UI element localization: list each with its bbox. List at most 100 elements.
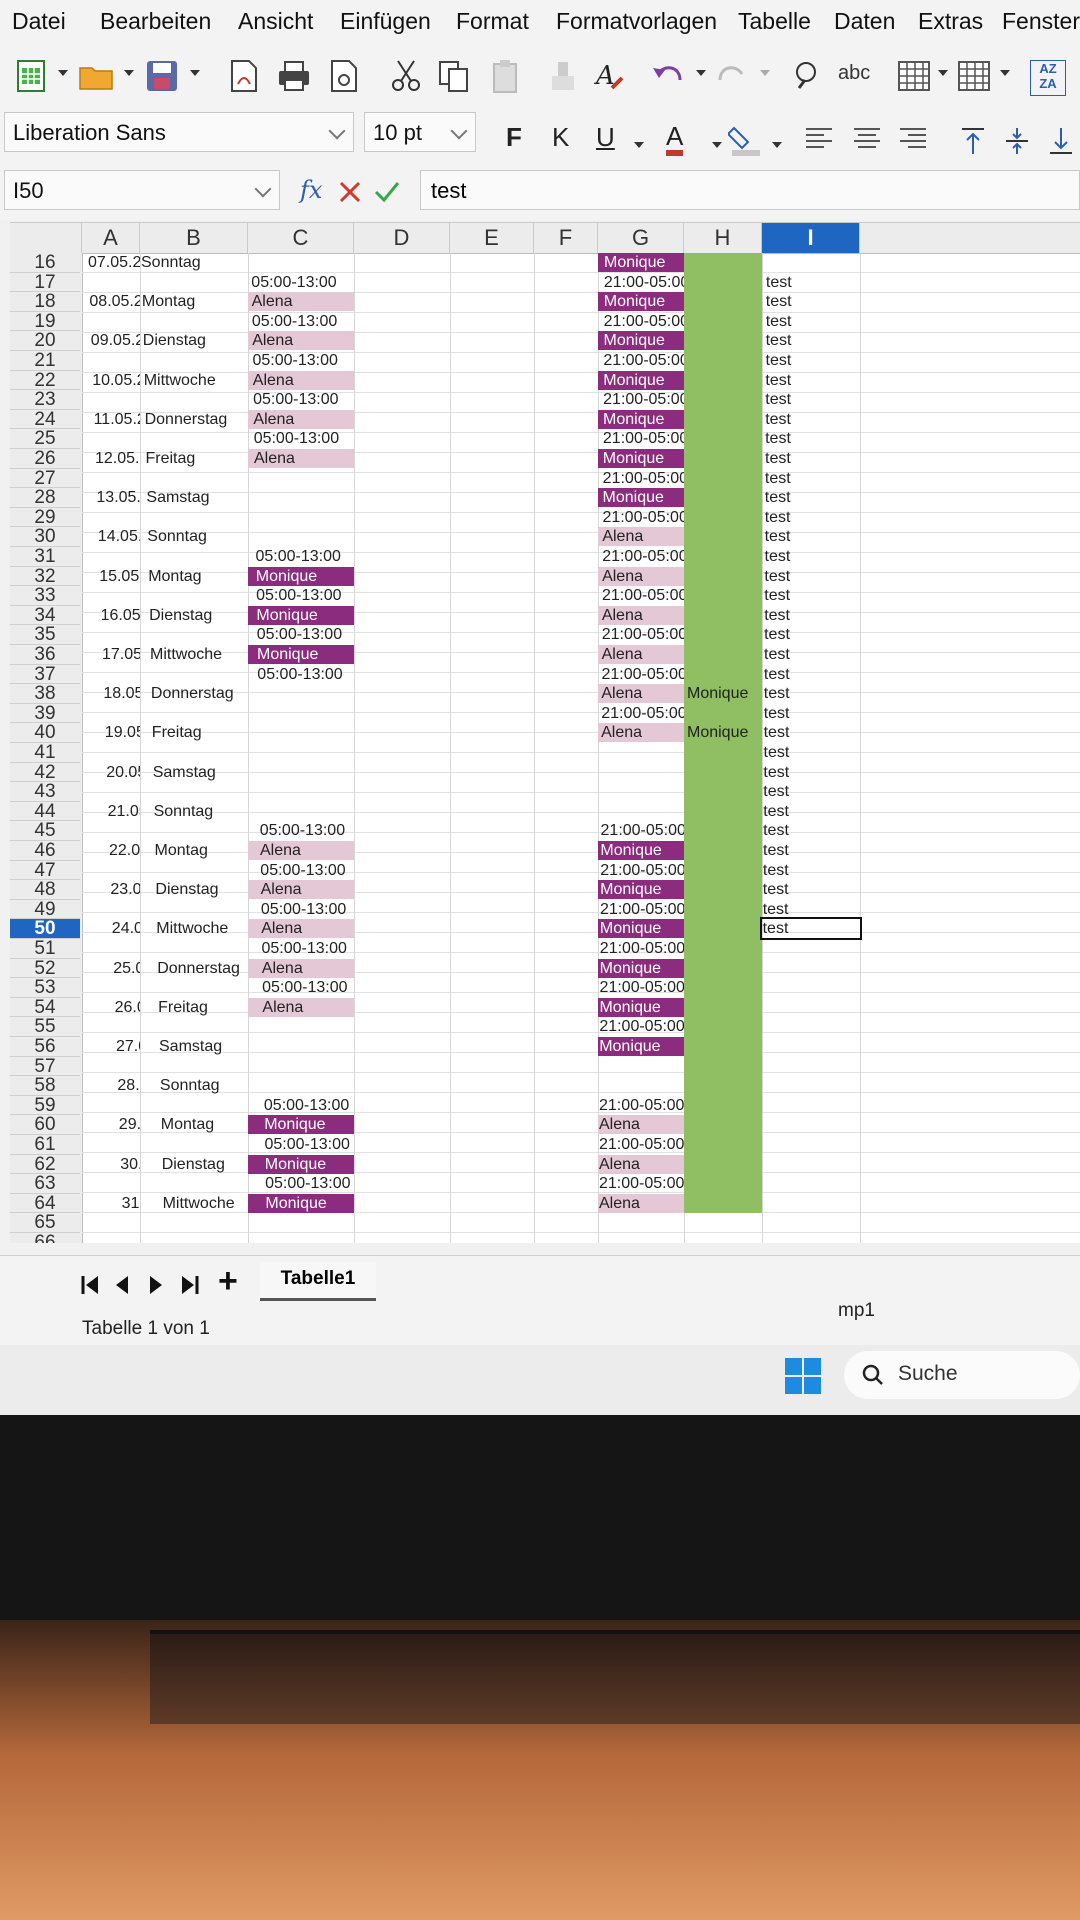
test-cell[interactable]: test: [762, 547, 860, 566]
weekday-cell[interactable]: Dienstag: [140, 606, 248, 625]
date-cell[interactable]: 14.05.23: [82, 527, 140, 546]
date-cell[interactable]: 19.05.23: [82, 723, 140, 742]
row-header[interactable]: 27: [10, 469, 80, 489]
row-header[interactable]: 33: [10, 586, 80, 606]
shift-cell-g[interactable]: 21:00-05:00: [598, 312, 684, 331]
undo-icon[interactable]: [650, 58, 686, 94]
clone-formatting-icon[interactable]: [546, 58, 582, 94]
font-color-button[interactable]: A: [666, 122, 684, 156]
shift-cell-g[interactable]: Monique: [598, 409, 684, 429]
shift-cell-g[interactable]: Monique: [598, 292, 684, 312]
row-header[interactable]: 47: [10, 861, 80, 881]
cancel-icon[interactable]: [338, 180, 362, 204]
underline-dropdown-icon[interactable]: [634, 142, 644, 148]
print-preview-icon[interactable]: [326, 58, 362, 94]
clear-formatting-icon[interactable]: A: [592, 58, 628, 94]
align-right-icon[interactable]: [900, 128, 926, 152]
highlight-color-icon[interactable]: [728, 124, 764, 158]
weekday-cell[interactable]: Montag: [140, 567, 248, 586]
row-header[interactable]: 66: [10, 1233, 80, 1243]
column-header-f[interactable]: F: [534, 223, 598, 253]
spellcheck-icon[interactable]: abc: [838, 62, 870, 85]
shift-cell-g[interactable]: Alena: [598, 723, 684, 743]
align-bottom-icon[interactable]: [1048, 126, 1074, 156]
row-header[interactable]: 41: [10, 743, 80, 763]
shift-cell-g[interactable]: Monique: [598, 1037, 684, 1056]
function-wizard-icon[interactable]: fx: [300, 176, 322, 204]
shift-cell-c[interactable]: 05:00-13:00: [248, 312, 354, 331]
date-cell[interactable]: 08.05.23: [82, 292, 140, 311]
shift-cell-c[interactable]: 05:00-13:00: [248, 351, 354, 370]
accept-icon[interactable]: [374, 180, 400, 204]
redo-dropdown-icon[interactable]: [760, 70, 770, 76]
date-cell[interactable]: 20.05.23: [82, 763, 140, 782]
test-cell[interactable]: test: [762, 469, 860, 488]
weekday-cell[interactable]: Dienstag: [140, 880, 248, 899]
row-header[interactable]: 25: [10, 429, 80, 449]
column-dropdown-icon[interactable]: [1000, 70, 1010, 76]
sheet-tab-tabelle1[interactable]: Tabelle1: [260, 1262, 376, 1301]
shift-cell-g[interactable]: 21:00-05:00: [598, 1096, 684, 1115]
date-cell[interactable]: 21.05.23: [82, 802, 140, 821]
date-cell[interactable]: 26.05.23: [82, 998, 140, 1017]
menu-extras[interactable]: Extras: [918, 8, 983, 35]
shift-cell-c[interactable]: 05:00-13:00: [248, 547, 354, 566]
new-dropdown-icon[interactable]: [58, 70, 68, 76]
test-cell[interactable]: test: [762, 429, 860, 448]
weekday-cell[interactable]: Sonntag: [140, 253, 248, 272]
row-header[interactable]: 17: [10, 273, 80, 293]
shift-cell-c[interactable]: 05:00-13:00: [248, 861, 354, 880]
open-folder-icon[interactable]: [78, 58, 114, 94]
date-cell[interactable]: 15.05.23: [82, 567, 140, 586]
shift-cell-c[interactable]: Alena: [248, 370, 354, 390]
new-spreadsheet-icon[interactable]: [14, 58, 50, 94]
row-header[interactable]: 58: [10, 1076, 80, 1096]
shift-cell-g[interactable]: 21:00-05:00: [598, 939, 684, 958]
sort-ascending-icon[interactable]: AZ ZA: [1030, 60, 1066, 96]
row-header[interactable]: 50: [10, 919, 80, 939]
test-cell[interactable]: test: [762, 567, 860, 586]
date-cell[interactable]: 23.05.23: [82, 880, 140, 899]
date-cell[interactable]: 30.05.23: [82, 1155, 140, 1174]
row-header[interactable]: 44: [10, 802, 80, 822]
name-box[interactable]: I50: [4, 170, 280, 210]
highlight-dropdown-icon[interactable]: [772, 142, 782, 148]
test-cell[interactable]: test: [762, 390, 860, 409]
cell-grid[interactable]: 07.05.23Sonntag08.05.23Montag09.05.23Die…: [82, 253, 1080, 1243]
test-cell[interactable]: test: [762, 782, 860, 801]
shift-cell-c[interactable]: Monique: [248, 1193, 354, 1213]
weekday-cell[interactable]: Mittwoche: [140, 371, 248, 390]
row-header[interactable]: 37: [10, 665, 80, 685]
row-header[interactable]: 26: [10, 449, 80, 469]
row-header[interactable]: 32: [10, 567, 80, 587]
date-cell[interactable]: 24.05.23: [82, 919, 140, 938]
menu-formatvorlagen[interactable]: Formatvorlagen: [556, 8, 717, 35]
shift-cell-h[interactable]: Monique: [684, 684, 762, 703]
row-header[interactable]: 19: [10, 312, 80, 332]
align-left-icon[interactable]: [806, 128, 832, 152]
row-header[interactable]: 57: [10, 1057, 80, 1077]
row-header[interactable]: 46: [10, 841, 80, 861]
print-icon[interactable]: [276, 58, 312, 94]
weekday-cell[interactable]: Montag: [140, 841, 248, 860]
shift-cell-g[interactable]: Monique: [598, 370, 684, 390]
test-cell[interactable]: test: [762, 606, 860, 625]
shift-cell-c[interactable]: Alena: [248, 958, 354, 978]
shift-cell-c[interactable]: Alena: [248, 997, 354, 1017]
row-header[interactable]: 62: [10, 1155, 80, 1175]
row-header[interactable]: 45: [10, 821, 80, 841]
shift-cell-g[interactable]: 21:00-05:00: [598, 351, 684, 370]
shift-cell-g[interactable]: Alena: [598, 1115, 684, 1135]
shift-cell-g[interactable]: Monique: [598, 253, 684, 272]
weekday-cell[interactable]: Donnerstag: [140, 959, 248, 978]
test-cell[interactable]: test: [762, 743, 860, 762]
select-all-corner[interactable]: [10, 223, 82, 253]
test-cell[interactable]: test: [762, 684, 860, 703]
test-cell[interactable]: test: [762, 763, 860, 782]
row-header[interactable]: 23: [10, 390, 80, 410]
row-header[interactable]: 43: [10, 782, 80, 802]
date-cell[interactable]: 11.05.23: [82, 410, 140, 429]
shift-cell-c[interactable]: 05:00-13:00: [248, 586, 354, 605]
test-cell[interactable]: test: [762, 449, 860, 468]
center-vertically-icon[interactable]: [1004, 126, 1030, 156]
